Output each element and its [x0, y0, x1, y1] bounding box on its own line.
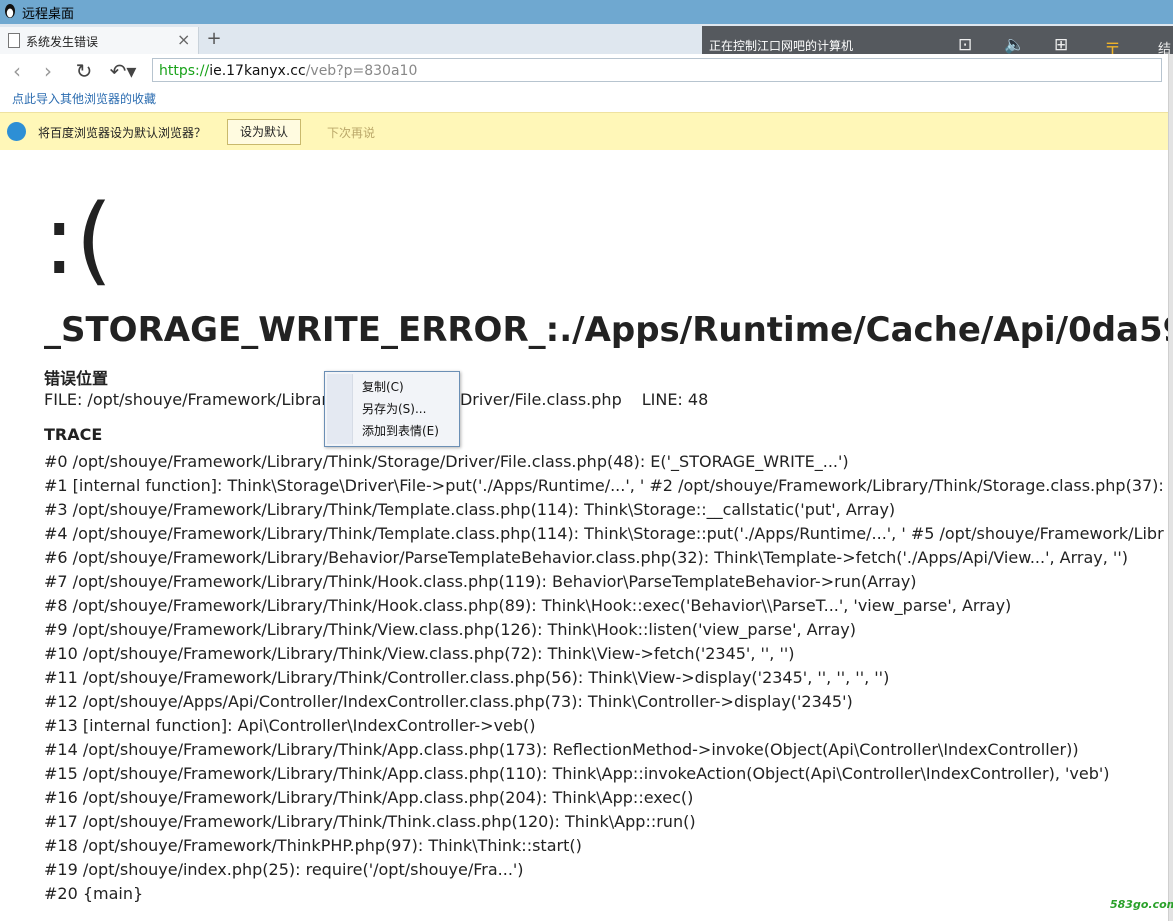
reload-button[interactable]: ↻: [72, 59, 96, 83]
url-host: ie.17kanyx.cc: [209, 63, 306, 79]
forward-button[interactable]: ›: [36, 59, 60, 83]
tab-error-page[interactable]: 系统发生错误 ×: [0, 27, 199, 54]
context-menu: 复制(C) 另存为(S)... 添加到表情(E): [324, 371, 460, 447]
page-scrollbar[interactable]: [1168, 54, 1173, 921]
qq-penguin-icon: [5, 4, 15, 18]
volume-icon[interactable]: 🔈: [1004, 35, 1025, 55]
menu-item-copy[interactable]: 复制(C): [362, 378, 404, 395]
trace-line: #14 /opt/shouye/Framework/Library/Think/…: [44, 740, 1079, 759]
trace-list: #0 /opt/shouye/Framework/Library/Think/S…: [44, 450, 1164, 906]
trace-line: #0 /opt/shouye/Framework/Library/Think/S…: [44, 452, 849, 471]
trace-heading: TRACE: [44, 425, 103, 444]
infobar-message: 将百度浏览器设为默认浏览器？: [38, 126, 207, 140]
trace-line: #10 /opt/shouye/Framework/Library/Think/…: [44, 644, 795, 663]
trace-line: #20 {main}: [44, 884, 144, 903]
error-title: _STORAGE_WRITE_ERROR_:./Apps/Runtime/Cac…: [44, 310, 1168, 350]
error-line-number: LINE: 48: [641, 390, 709, 409]
menu-item-save-as[interactable]: 另存为(S)...: [362, 400, 426, 417]
import-bookmarks-link[interactable]: 点此导入其他浏览器的收藏: [12, 90, 156, 107]
trace-line: #8 /opt/shouye/Framework/Library/Think/H…: [44, 596, 1012, 615]
trace-line: #4 /opt/shouye/Framework/Library/Think/T…: [44, 524, 1164, 543]
sad-face: :(: [43, 184, 113, 296]
menu-item-add-to-emoji[interactable]: 添加到表情(E): [362, 422, 439, 439]
trace-line: #16 /opt/shouye/Framework/Library/Think/…: [44, 788, 694, 807]
context-menu-icon-strip: [327, 374, 353, 444]
navigation-bar: ‹ › ↻ ↶▾ https://ie.17kanyx.cc/veb?p=830…: [0, 54, 1173, 88]
trace-line: #3 /opt/shouye/Framework/Library/Think/T…: [44, 500, 896, 519]
trace-line: #17 /opt/shouye/Framework/Library/Think/…: [44, 812, 696, 831]
default-browser-infobar: 将百度浏览器设为默认浏览器？ 设为默认 下次再说: [0, 112, 1168, 151]
tab-label: 系统发生错误: [26, 35, 99, 49]
document-icon: [8, 33, 20, 48]
trace-line: #7 /opt/shouye/Framework/Library/Think/H…: [44, 572, 917, 591]
tab-close-icon[interactable]: ×: [177, 30, 190, 49]
watermark: 583go.com: [1110, 898, 1173, 911]
bookmark-bar: 点此导入其他浏览器的收藏: [0, 88, 1173, 110]
trace-line: #15 /opt/shouye/Framework/Library/Think/…: [44, 764, 1110, 783]
remote-control-status: 正在控制江口网吧的计算机: [709, 39, 854, 53]
trace-line: #1 [internal function]: Think\Storage\Dr…: [44, 476, 1164, 495]
error-page: :( _STORAGE_WRITE_ERROR_:./Apps/Runtime/…: [0, 150, 1168, 921]
trace-line: #19 /opt/shouye/index.php(25): require('…: [44, 860, 524, 879]
error-position-heading: 错误位置: [44, 369, 109, 388]
trace-line: #18 /opt/shouye/Framework/ThinkPHP.php(9…: [44, 836, 582, 855]
trace-line: #12 /opt/shouye/Apps/Api/Controller/Inde…: [44, 692, 853, 711]
trace-line: #9 /opt/shouye/Framework/Library/Think/V…: [44, 620, 856, 639]
set-default-button[interactable]: 设为默认: [227, 119, 301, 145]
fullscreen-icon[interactable]: ⊡: [958, 35, 972, 55]
baidu-browser-icon: [7, 122, 26, 141]
trace-line: #13 [internal function]: Api\Controller\…: [44, 716, 536, 735]
new-tab-button[interactable]: +: [200, 27, 228, 51]
later-link[interactable]: 下次再说: [327, 124, 375, 141]
url-protocol: https://: [159, 63, 210, 79]
back-button[interactable]: ‹: [5, 59, 29, 83]
undo-close-button[interactable]: ↶▾: [106, 59, 140, 83]
window-titlebar: 远程桌面: [0, 0, 1173, 24]
trace-line: #6 /opt/shouye/Framework/Library/Behavio…: [44, 548, 1128, 567]
split-view-icon[interactable]: ⊞: [1054, 35, 1068, 55]
trace-line: #11 /opt/shouye/Framework/Library/Think/…: [44, 668, 890, 687]
window-title: 远程桌面: [22, 7, 75, 22]
url-path: /veb?p=830a10: [305, 63, 418, 79]
address-bar[interactable]: https://ie.17kanyx.cc/veb?p=830a10: [152, 58, 1162, 82]
